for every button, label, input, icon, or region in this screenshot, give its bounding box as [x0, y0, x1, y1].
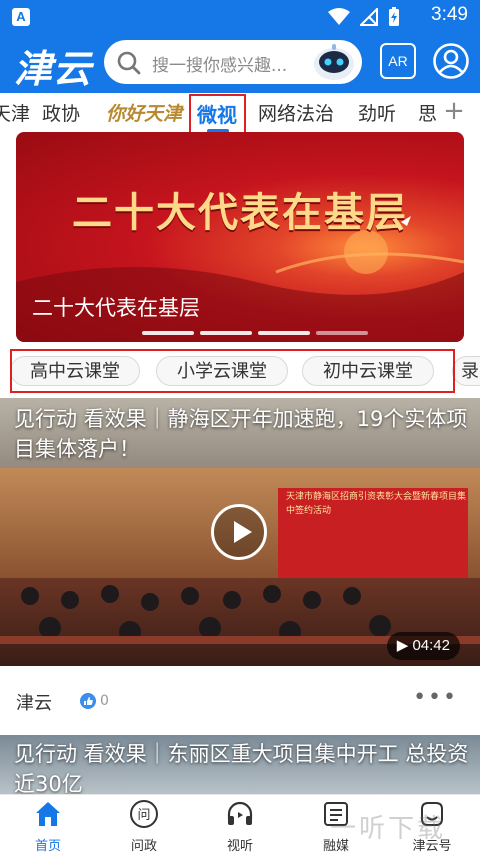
tab-nihao-tianjin[interactable]: 你好天津 — [106, 99, 182, 126]
play-button[interactable] — [211, 504, 267, 560]
wifi-icon — [328, 8, 350, 25]
banner-caption: 二十大代表在基层 — [32, 296, 200, 320]
clock: 3:49 — [431, 4, 468, 25]
video-source[interactable]: 津云 — [16, 689, 52, 715]
video-title-2: 见行动 看效果｜东丽区重大项目集中开工 总投资近30亿 — [14, 742, 469, 795]
duration-text: 04:42 — [412, 637, 450, 654]
battery-icon — [389, 7, 399, 26]
ar-scan-button[interactable]: AR — [380, 43, 416, 79]
app-logo: 津云 — [14, 46, 93, 91]
banner-carousel[interactable]: 二十大代表在基层 二十大代表在基层 — [16, 132, 464, 342]
tab-network-law[interactable]: 网络法治 — [258, 99, 334, 126]
video-card-2[interactable]: 见行动 看效果｜东丽区重大项目集中开工 总投资近30亿 — [0, 735, 480, 795]
video-duration: ▶ 04:42 — [386, 632, 460, 660]
nav-home-label: 首页 — [34, 839, 61, 854]
nav-wenzheng[interactable]: 问 问政 — [104, 799, 184, 854]
chips-highlight-box — [10, 349, 455, 393]
search-icon — [117, 51, 141, 75]
signal-off-icon — [360, 8, 378, 26]
carousel-dot — [316, 331, 368, 335]
home-icon — [36, 802, 60, 826]
more-options-icon[interactable]: ••• — [413, 685, 458, 710]
video-scene-banner-text: 天津市静海区招商引资表彰大会暨新春项目集中签约活动 — [286, 492, 467, 516]
tab-tianjin[interactable]: 天津 — [0, 99, 30, 126]
status-icons — [328, 6, 400, 28]
watermark: 一听下载 — [330, 814, 447, 844]
svg-text:问: 问 — [137, 808, 150, 823]
tab-jinting[interactable]: 劲听 — [358, 99, 396, 126]
nav-shiting[interactable]: 视听 — [200, 799, 280, 854]
carousel-indicator — [142, 331, 368, 335]
search-bar[interactable]: 搜一搜你感兴趣... — [104, 40, 362, 84]
tab-si[interactable]: 思 — [418, 99, 437, 126]
video-meta: 津云 0 ••• — [0, 675, 480, 725]
carousel-dot — [200, 331, 252, 335]
carousel-dot — [258, 331, 310, 335]
tab-zhengxie[interactable]: 政协 — [42, 99, 80, 126]
user-profile-icon[interactable] — [432, 42, 470, 80]
like-count: 0 — [100, 693, 109, 709]
video-card[interactable]: 天津市静海区招商引资表彰大会暨新春项目集中签约活动 见行动 看效果｜静海区开年加… — [0, 398, 480, 666]
chip-partial[interactable]: 录 — [452, 356, 480, 386]
tab-highlight-box — [189, 94, 246, 134]
thumbs-up-icon — [80, 693, 96, 709]
play-small-icon: ▶ — [396, 637, 413, 654]
banner-headline: 二十大代表在基层 — [72, 189, 408, 236]
nav-shiting-label: 视听 — [226, 839, 253, 854]
header-bar: A 3:49 津云 搜一搜你感兴趣... AR — [0, 0, 480, 93]
carousel-dot — [142, 331, 194, 335]
nav-wenzheng-label: 问政 — [130, 839, 157, 854]
video-title: 见行动 看效果｜静海区开年加速跑，19个实体项目集体落户！ — [14, 407, 468, 461]
add-channel-button[interactable]: + — [438, 96, 470, 126]
headphones-icon — [227, 801, 253, 825]
search-placeholder: 搜一搜你感兴趣... — [152, 56, 288, 76]
app-notification-icon: A — [12, 8, 30, 26]
nav-home[interactable]: 首页 — [8, 799, 88, 854]
like-button[interactable]: 0 — [80, 693, 109, 709]
ai-assistant-icon[interactable] — [312, 42, 356, 82]
status-bar: A 3:49 — [0, 0, 480, 32]
question-icon: 问 — [130, 800, 158, 828]
